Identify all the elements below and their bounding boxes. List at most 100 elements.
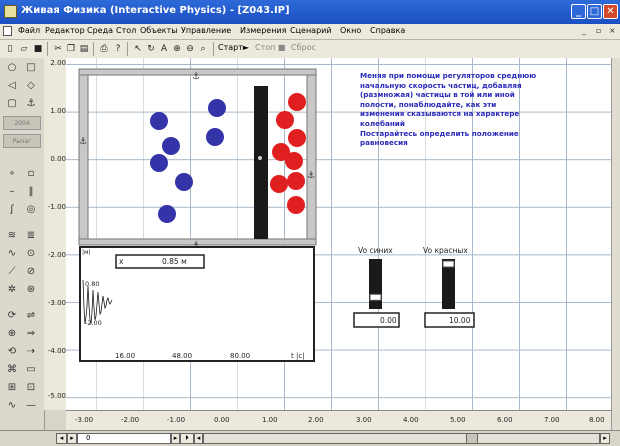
blue-particle[interactable] xyxy=(175,173,193,191)
red-particle[interactable] xyxy=(276,111,294,129)
force-tool-icon[interactable]: ⇒ xyxy=(22,326,40,342)
doc-close-button[interactable]: × xyxy=(609,26,616,35)
step-forward-icon[interactable]: ▸ xyxy=(171,433,180,444)
circle-tool-icon[interactable]: ○ xyxy=(3,60,21,76)
stop-button[interactable]: Стоп ■ xyxy=(255,43,285,52)
menu-objects[interactable]: Объекты xyxy=(140,26,178,35)
step-back-icon[interactable]: ◂ xyxy=(56,433,67,444)
menu-control[interactable]: Управление xyxy=(181,26,231,35)
red-particle[interactable] xyxy=(288,129,306,147)
blue-particle[interactable] xyxy=(162,137,180,155)
close-button[interactable]: ✕ xyxy=(603,4,618,19)
curved-body-tool-icon[interactable]: ◇ xyxy=(22,78,40,94)
menu-window[interactable]: Окно xyxy=(340,26,361,35)
print-icon[interactable]: ⎙ xyxy=(98,43,110,55)
rotary-motor-tool-icon[interactable]: ⟲ xyxy=(3,344,21,360)
slider-red-value[interactable]: 10.00 xyxy=(449,316,470,325)
display-tool-icon[interactable]: ▭ xyxy=(22,362,40,378)
meter-tool-icon[interactable]: ⌘ xyxy=(3,362,21,378)
curved-slot-tool-icon[interactable]: ʃ xyxy=(3,202,21,218)
doc-minimize-button[interactable]: _ xyxy=(582,26,586,35)
document-icon[interactable] xyxy=(3,26,12,36)
help-icon[interactable]: ? xyxy=(112,43,124,55)
open-folder-icon[interactable]: ▱ xyxy=(18,43,30,55)
vertical-slot-tool-icon[interactable]: ‖ xyxy=(22,184,40,200)
blue-particle[interactable] xyxy=(158,205,176,223)
red-particle[interactable] xyxy=(288,93,306,111)
damper-tool-icon[interactable]: ≣ xyxy=(22,228,40,244)
save-icon[interactable]: ■ xyxy=(32,43,44,55)
zoom-out-icon[interactable]: ⊖ xyxy=(184,43,196,55)
scroll-left-icon[interactable]: ◂ xyxy=(194,433,203,444)
slot-tool-icon[interactable]: – xyxy=(3,184,21,200)
menu-measures[interactable]: Измерения xyxy=(240,26,286,35)
right-wall[interactable] xyxy=(306,74,317,240)
frame-end-icon[interactable]: ⏵ xyxy=(180,433,194,444)
menu-help[interactable]: Справка xyxy=(370,26,405,35)
spring-tool-icon[interactable]: ≋ xyxy=(3,228,21,244)
red-particle[interactable] xyxy=(287,196,305,214)
horizontal-scroll-track[interactable] xyxy=(203,433,600,444)
play-back-icon[interactable]: ▸ xyxy=(67,433,77,444)
line-tool-icon[interactable]: — xyxy=(22,398,40,414)
new-file-icon[interactable]: ▯ xyxy=(4,43,16,55)
pulley-tool-icon[interactable]: ⊙ xyxy=(22,246,40,262)
arrow-icon[interactable]: ↖ xyxy=(132,43,144,55)
slider-blue-handle[interactable] xyxy=(369,293,382,301)
menu-environment[interactable]: Среда xyxy=(87,26,113,35)
pin-joint-tool-icon[interactable]: ◎ xyxy=(22,202,40,218)
polygon-tool-icon[interactable]: ◁ xyxy=(3,78,21,94)
piston[interactable] xyxy=(254,86,268,239)
scroll-right-icon[interactable]: ▸ xyxy=(600,433,610,444)
horizontal-scroll-thumb[interactable] xyxy=(466,433,478,444)
reset-button[interactable]: Сброс xyxy=(291,43,316,52)
menu-file[interactable]: Файл xyxy=(18,26,40,35)
text-icon[interactable]: A xyxy=(158,43,170,55)
rod-tool-icon[interactable]: ⟋ xyxy=(3,264,21,280)
anchor-icon: ⚓ xyxy=(79,137,87,147)
vertical-scrollbar[interactable] xyxy=(611,58,620,430)
left-wall[interactable] xyxy=(78,74,89,240)
blue-particle[interactable] xyxy=(206,128,224,146)
blue-particle[interactable] xyxy=(150,112,168,130)
start-button[interactable]: Старт► xyxy=(218,43,249,52)
blue-particle[interactable] xyxy=(150,154,168,172)
slider-red-handle[interactable] xyxy=(442,260,455,268)
slider-blue-value[interactable]: 0.00 xyxy=(380,316,397,325)
doc-restore-button[interactable]: ▫ xyxy=(596,26,601,35)
paste-icon[interactable]: ▤ xyxy=(78,43,90,55)
square-point-tool-icon[interactable]: ▫ xyxy=(22,166,40,182)
zoom-fit-icon[interactable]: ⌕ xyxy=(197,43,209,55)
slider-blue-track[interactable] xyxy=(369,259,382,309)
button-tool-icon[interactable]: ⊞ xyxy=(3,380,21,396)
wave-tool-icon[interactable]: ∿ xyxy=(3,398,21,414)
anchor-tool-icon[interactable]: ⚓ xyxy=(22,96,40,112)
rectangle-tool-icon[interactable]: □ xyxy=(22,60,40,76)
workspace-canvas[interactable]: ⚓ ⚓ ⚓ ⚓ xyxy=(66,58,611,410)
gear-tool-icon[interactable]: ✲ xyxy=(3,282,21,298)
zoom-in-icon[interactable]: ⊕ xyxy=(171,43,183,55)
torque-tool-icon[interactable]: ⊕ xyxy=(3,326,21,342)
copy-icon[interactable]: ❐ xyxy=(65,43,77,55)
red-particle[interactable] xyxy=(287,172,305,190)
menu-editor[interactable]: Редактор xyxy=(45,26,85,35)
red-particle[interactable] xyxy=(285,152,303,170)
hinge-tool-icon[interactable]: ⊛ xyxy=(22,282,40,298)
linear-motor-tool-icon[interactable]: ⇢ xyxy=(22,344,40,360)
frame-input[interactable]: 0 xyxy=(77,433,171,444)
menu-table[interactable]: Стол xyxy=(116,26,136,35)
maximize-button[interactable]: □ xyxy=(587,4,602,19)
menu-scenario[interactable]: Сценарий xyxy=(290,26,332,35)
blue-particle[interactable] xyxy=(208,99,226,117)
actuator-tool-icon[interactable]: ⇌ xyxy=(22,308,40,324)
red-particle[interactable] xyxy=(270,175,288,193)
control-tool-icon[interactable]: ⊡ xyxy=(22,380,40,396)
rope-tool-icon[interactable]: ∿ xyxy=(3,246,21,262)
point-tool-icon[interactable]: ∘ xyxy=(3,166,21,182)
square-tool-icon[interactable]: ▢ xyxy=(3,96,21,112)
rotate-icon[interactable]: ↻ xyxy=(145,43,157,55)
cut-icon[interactable]: ✂ xyxy=(52,43,64,55)
motor-tool-icon[interactable]: ⟳ xyxy=(3,308,21,324)
minimize-button[interactable]: _ xyxy=(571,4,586,19)
separator-tool-icon[interactable]: ⊘ xyxy=(22,264,40,280)
